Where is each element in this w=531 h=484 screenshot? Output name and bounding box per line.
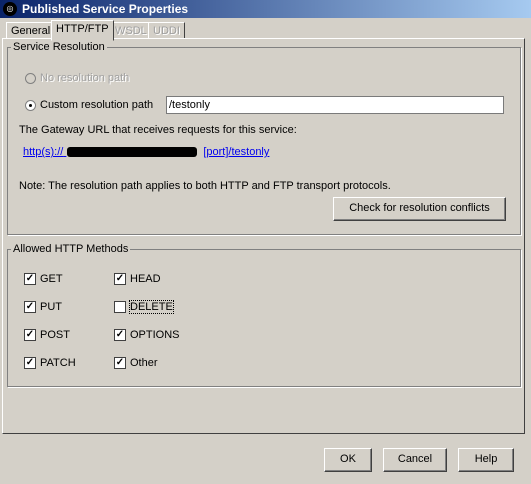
tab-general[interactable]: General — [6, 22, 56, 39]
other-checkbox[interactable]: ✓ — [114, 357, 126, 369]
app-icon: ◎ — [3, 2, 17, 16]
head-label[interactable]: HEAD — [130, 273, 161, 285]
custom-resolution-path-radio[interactable] — [25, 100, 36, 111]
cancel-button[interactable]: Cancel — [383, 448, 447, 472]
patch-checkbox[interactable]: ✓ — [24, 357, 36, 369]
get-label[interactable]: GET — [40, 273, 63, 285]
put-label[interactable]: PUT — [40, 301, 62, 313]
patch-label[interactable]: PATCH — [40, 357, 76, 369]
service-resolution-legend: Service Resolution — [11, 41, 107, 53]
post-label[interactable]: POST — [40, 329, 70, 341]
gateway-url-text: The Gateway URL that receives requests f… — [19, 124, 297, 136]
redacted-host — [67, 147, 198, 157]
custom-resolution-path-label[interactable]: Custom resolution path — [40, 99, 153, 111]
resolution-path-input[interactable]: /testonly — [166, 96, 504, 114]
no-resolution-path-label: No resolution path — [40, 72, 130, 84]
delete-checkbox[interactable] — [114, 301, 126, 313]
delete-label[interactable]: DELETE — [129, 300, 174, 314]
no-resolution-path-radio — [25, 73, 36, 84]
window-title: Published Service Properties — [22, 2, 189, 16]
tab-http-ftp[interactable]: HTTP/FTP — [51, 20, 114, 41]
other-label[interactable]: Other — [130, 357, 158, 369]
gateway-url-suffix[interactable]: [port]/testonly — [203, 146, 269, 158]
check-resolution-conflicts-button[interactable]: Check for resolution conflicts — [333, 197, 506, 221]
help-button[interactable]: Help — [458, 448, 514, 472]
head-checkbox[interactable]: ✓ — [114, 273, 126, 285]
gateway-url-link[interactable]: http(s):// [port]/testonly — [23, 146, 269, 158]
options-label[interactable]: OPTIONS — [130, 329, 180, 341]
tab-wsdl: WSDL — [110, 22, 152, 39]
gateway-url-prefix[interactable]: http(s):// — [23, 146, 63, 158]
allowed-methods-legend: Allowed HTTP Methods — [11, 243, 131, 255]
put-checkbox[interactable]: ✓ — [24, 301, 36, 313]
options-checkbox[interactable]: ✓ — [114, 329, 126, 341]
resolution-note: Note: The resolution path applies to bot… — [19, 180, 391, 192]
ok-button[interactable]: OK — [324, 448, 372, 472]
post-checkbox[interactable]: ✓ — [24, 329, 36, 341]
tab-uddi: UDDI — [148, 22, 185, 39]
allowed-methods-group — [7, 249, 521, 387]
title-bar[interactable]: ◎ Published Service Properties — [0, 0, 531, 18]
get-checkbox[interactable]: ✓ — [24, 273, 36, 285]
